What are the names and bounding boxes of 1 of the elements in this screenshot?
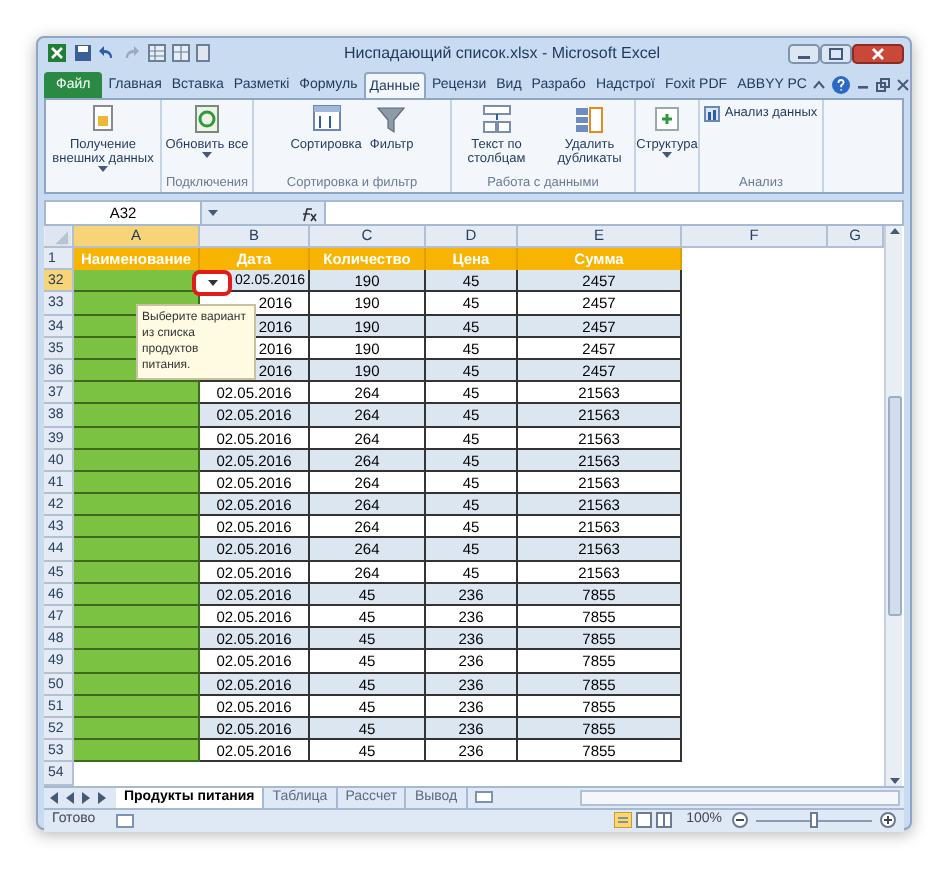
window-title: Ниспадающий список.xlsx - Microsoft Excel xyxy=(344,42,661,66)
